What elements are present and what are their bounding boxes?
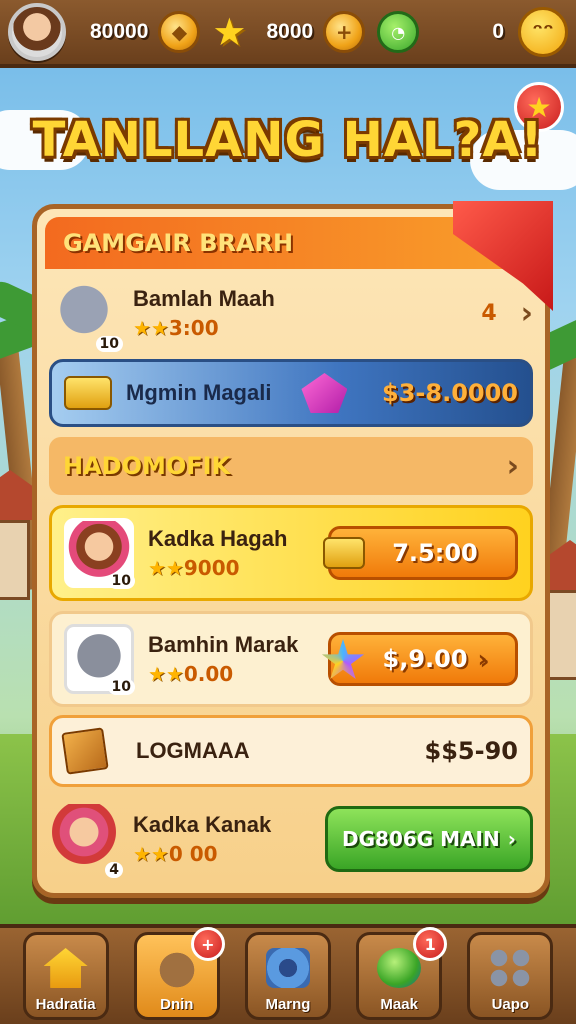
- item-price: $$5-90: [424, 737, 518, 765]
- item-name: LOGMAAA: [136, 738, 250, 763]
- item-name: Mgmin Magali: [126, 380, 272, 405]
- gold-coin-icon[interactable]: ◆: [158, 11, 201, 53]
- bottom-nav: Hadratia Dnin + Marng Maak 1 Uapo: [0, 924, 576, 1024]
- stars-value: 8000: [266, 20, 314, 43]
- item-price: $3-8.0000: [382, 379, 518, 407]
- nav-label: Dnin: [160, 996, 194, 1013]
- level-badge: 10: [95, 336, 123, 352]
- coins-value: 80000: [90, 20, 149, 43]
- smiley-value: 0: [492, 20, 504, 43]
- item-rating: ★★9000: [148, 556, 240, 580]
- buy-button[interactable]: 7.5:00: [323, 526, 518, 580]
- level-badge: 10: [107, 573, 135, 589]
- apps-grid-icon: [488, 948, 533, 988]
- item-rating-value: 9000: [183, 556, 240, 580]
- nav-item-uapo[interactable]: Uapo: [467, 932, 554, 1020]
- item-rating-value: 0.00: [183, 662, 234, 686]
- plus-coin-icon[interactable]: +: [323, 11, 366, 53]
- list-item-bamlah[interactable]: 10 Bamlah Maah ★★3:00 4 ›: [49, 275, 533, 352]
- gold-bars-icon: [323, 537, 365, 569]
- nav-label: Marng: [265, 996, 311, 1013]
- list-item-logmaaa[interactable]: LOGMAAA $$5-90: [49, 715, 533, 787]
- list-item-kadka-kanak[interactable]: 4 Kadka Kanak ★★0 00 DG806G MAIN ›: [49, 797, 533, 881]
- nav-label: Maak: [380, 996, 418, 1013]
- list-item-bamhin-marak[interactable]: 10 Bamhin Marak ★★0.00 $,9.00 ›: [49, 611, 533, 707]
- item-rating: ★★0.00: [148, 662, 234, 686]
- item-count: 4: [481, 300, 497, 326]
- bear-avatar-icon: 10: [64, 624, 135, 695]
- chevron-right-icon[interactable]: ›: [521, 296, 533, 331]
- star-icon: ★: [212, 10, 247, 54]
- panel-header-label: GAMGAIR BRARH: [63, 229, 294, 257]
- shop-panel: GAMGAIR BRARH 10 Bamlah Maah ★★3:00 4 › …: [32, 201, 553, 898]
- list-item-mgmin[interactable]: Mgmin Magali $3-8.0000: [49, 359, 533, 427]
- section-title: HADOMOFIK: [63, 452, 231, 480]
- play-main-button[interactable]: DG806G MAIN ›: [325, 806, 533, 872]
- nav-label: Uapo: [491, 996, 530, 1013]
- top-resource-bar: 80000 ◆ ★ 8000 + ◔ 0 ᵔᵔ: [0, 0, 576, 68]
- star-burst-icon: [321, 639, 365, 680]
- house-icon: [43, 948, 88, 988]
- list-item-kadka-hagah[interactable]: 10 Kadka Hagah ★★9000 7.5:00: [49, 505, 533, 601]
- chevron-right-icon: ›: [507, 827, 516, 851]
- level-badge: 4: [105, 862, 123, 878]
- resource-smiley: 0 ᵔᵔ: [492, 7, 568, 57]
- level-badge: 10: [107, 679, 135, 695]
- nav-item-home[interactable]: Hadratia: [22, 932, 109, 1020]
- girl-avatar-icon: 10: [64, 518, 135, 589]
- item-rating-value: 0 00: [168, 842, 218, 866]
- buy-button-label: 7.5:00: [392, 539, 478, 567]
- resource-stars: 8000 +: [266, 11, 366, 53]
- globe-icon: [377, 948, 422, 988]
- crate-icon: [61, 727, 109, 775]
- item-rating-value: 3:00: [168, 316, 219, 340]
- play-main-button-label: DG806G MAIN: [342, 827, 500, 851]
- item-name: Bamhin Marak: [148, 632, 299, 657]
- section-hadomofik[interactable]: HADOMOFIK ›: [49, 437, 533, 495]
- nav-item-marng[interactable]: Marng: [244, 932, 331, 1020]
- girl-avatar-icon: 4: [49, 804, 123, 878]
- player-avatar[interactable]: [8, 3, 66, 61]
- page-title: TANLLANG HAL?A!: [32, 112, 544, 168]
- nav-item-maak[interactable]: Maak 1: [356, 927, 448, 1020]
- chevron-right-icon[interactable]: ›: [507, 449, 519, 484]
- buy-button[interactable]: $,9.00 ›: [321, 632, 518, 686]
- gold-bars-icon: [64, 376, 112, 410]
- chevron-right-icon: ›: [477, 645, 488, 673]
- item-name: Kadka Hagah: [148, 526, 288, 551]
- chat-bubble-icon[interactable]: ◔: [377, 11, 420, 53]
- nav-item-dnin[interactable]: Dnin +: [133, 927, 225, 1020]
- nav-label: Hadratia: [35, 996, 96, 1013]
- bear-avatar-icon: 10: [49, 278, 123, 352]
- gem-icon: [301, 373, 348, 413]
- item-name: Kadka Kanak: [133, 812, 272, 837]
- item-rating: ★★3:00: [133, 316, 219, 340]
- smiley-icon[interactable]: ᵔᵔ: [518, 7, 568, 57]
- camera-icon: [265, 948, 310, 988]
- resource-coins: 80000 ◆: [90, 11, 201, 53]
- notification-badge: 1: [413, 927, 448, 961]
- item-name: Bamlah Maah: [133, 286, 275, 311]
- buy-button-label: $,9.00: [382, 645, 468, 673]
- item-rating: ★★0 00: [133, 842, 218, 866]
- notification-badge: +: [190, 927, 225, 961]
- bag-icon: [154, 948, 199, 988]
